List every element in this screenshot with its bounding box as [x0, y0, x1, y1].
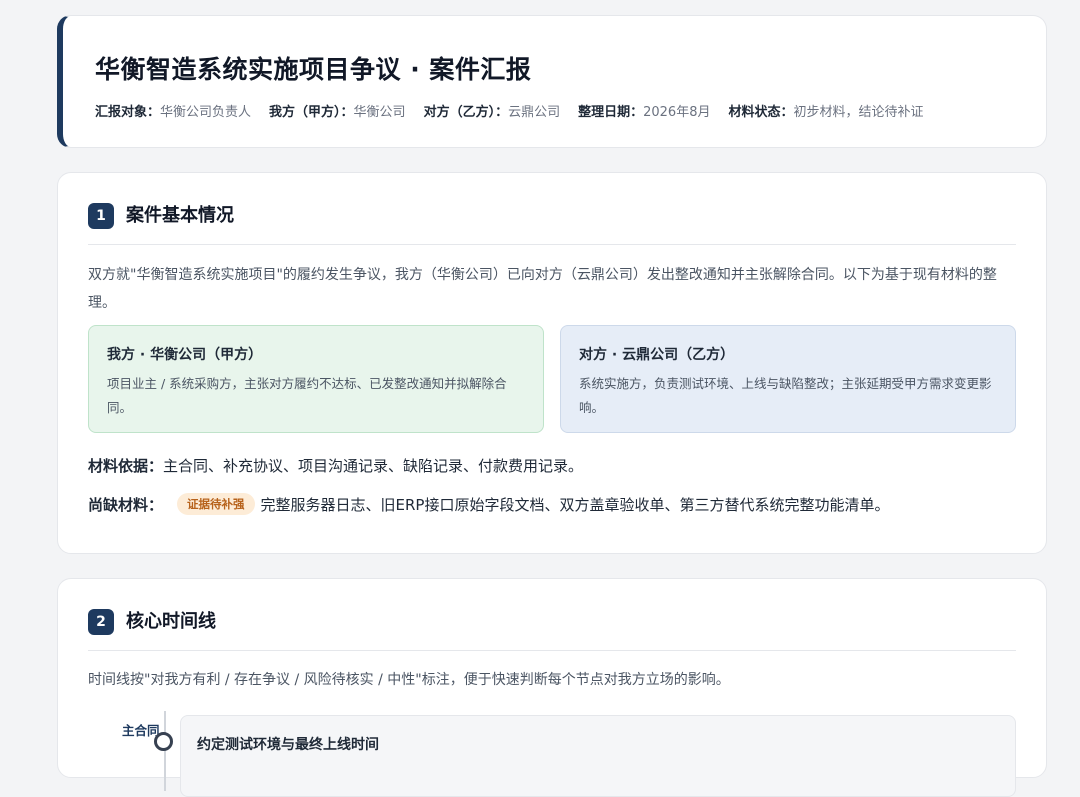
meta-status-value: 初步材料，结论待补证 — [793, 105, 924, 120]
section-header: 1 案件基本情况 — [88, 203, 1016, 245]
section-timeline: 2 核心时间线 时间线按"对我方有利 / 存在争议 / 风险待核实 / 中性"标… — [57, 578, 1047, 797]
section-number-badge: 1 — [88, 203, 114, 229]
missing-materials: 尚缺材料： 证据待补强 完整服务器日志、旧ERP接口原始字段文档、双方盖章验收单… — [88, 493, 889, 515]
meta-audience-value: 华衡公司负责人 — [160, 105, 252, 120]
timeline-item-card: 约定测试环境与最终上线时间 — [180, 715, 1016, 797]
evidence-status-badge: 证据待补强 — [177, 493, 255, 515]
material-basis-label: 材料依据： — [88, 457, 164, 475]
meta-date: 整理日期：2026年8月 — [578, 101, 710, 120]
meta-status: 材料状态：初步材料，结论待补证 — [728, 101, 923, 120]
material-basis-text: 主合同、补充协议、项目沟通记录、缺陷记录、付款费用记录。 — [163, 457, 584, 475]
meta-our-party: 我方（甲方）：华衡公司 — [269, 101, 406, 120]
meta-opposing-party: 对方（乙方）：云鼎公司 — [424, 101, 561, 120]
timeline-note: 时间线按"对我方有利 / 存在争议 / 风险待核实 / 中性"标注，便于快速判断… — [88, 672, 730, 688]
section-header: 2 核心时间线 — [88, 609, 1016, 651]
meta-opposing-party-key: 对方（乙方）： — [423, 105, 509, 120]
meta-our-party-value: 华衡公司 — [353, 105, 406, 120]
party-b-card: 对方 · 云鼎公司（乙方） 系统实施方，负责测试环境、上线与缺陷整改；主张延期受… — [560, 325, 1016, 433]
page-title: 华衡智造系统实施项目争议 · 案件汇报 — [95, 55, 532, 84]
party-b-desc: 系统实施方，负责测试环境、上线与缺陷整改；主张延期受甲方需求变更影响。 — [579, 376, 992, 415]
party-a-name: 我方 · 华衡公司（甲方） — [107, 347, 263, 363]
timeline-item-title: 约定测试环境与最终上线时间 — [197, 737, 379, 753]
case-intro: 双方就"华衡智造系统实施项目"的履约发生争议，我方（华衡公司）已向对方（云鼎公司… — [88, 267, 997, 311]
section-title: 核心时间线 — [126, 611, 216, 632]
meta-date-value: 2026年8月 — [643, 105, 711, 120]
section-case-overview: 1 案件基本情况 双方就"华衡智造系统实施项目"的履约发生争议，我方（华衡公司）… — [57, 172, 1047, 554]
report-header: 华衡智造系统实施项目争议 · 案件汇报 汇报对象：华衡公司负责人 我方（甲方）：… — [57, 15, 1047, 148]
party-a-desc: 项目业主 / 系统采购方，主张对方履约不达标、已发整改通知并拟解除合同。 — [107, 376, 507, 415]
party-b-name: 对方 · 云鼎公司（乙方） — [579, 347, 735, 363]
timeline-dot-icon — [154, 732, 173, 751]
missing-materials-label: 尚缺材料： — [88, 495, 164, 514]
meta-audience-key: 汇报对象： — [95, 105, 161, 120]
meta-audience: 汇报对象：华衡公司负责人 — [95, 101, 251, 120]
meta-opposing-party-value: 云鼎公司 — [508, 105, 561, 120]
missing-materials-text: 完整服务器日志、旧ERP接口原始字段文档、双方盖章验收单、第三方替代系统完整功能… — [260, 495, 890, 514]
timeline-item-label: 主合同 — [122, 723, 160, 738]
section-number-badge: 2 — [88, 609, 114, 635]
meta-our-party-key: 我方（甲方）： — [269, 105, 354, 120]
section-title: 案件基本情况 — [126, 205, 234, 226]
material-basis: 材料依据： 主合同、补充协议、项目沟通记录、缺陷记录、付款费用记录。 — [88, 455, 583, 476]
report-meta: 汇报对象：华衡公司负责人 我方（甲方）：华衡公司 对方（乙方）：云鼎公司 整理日… — [95, 101, 942, 120]
party-a-card: 我方 · 华衡公司（甲方） 项目业主 / 系统采购方，主张对方履约不达标、已发整… — [88, 325, 544, 433]
meta-status-key: 材料状态： — [728, 105, 794, 120]
meta-date-key: 整理日期： — [578, 105, 644, 120]
timeline-axis — [164, 711, 166, 791]
